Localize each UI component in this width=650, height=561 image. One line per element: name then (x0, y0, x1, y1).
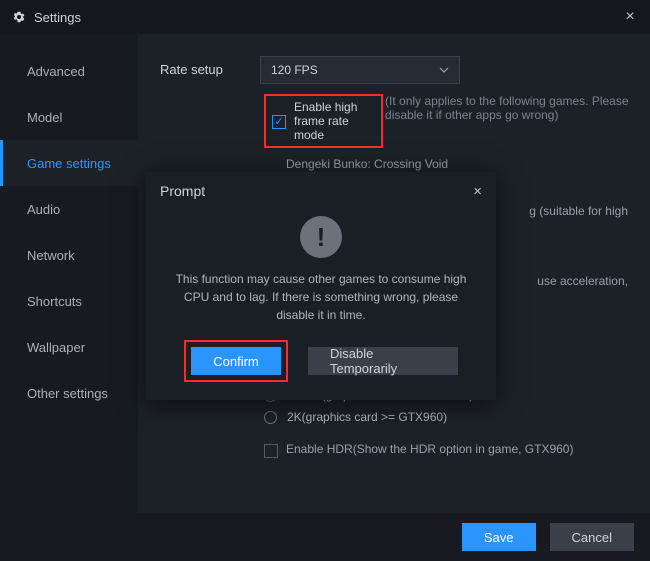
window-close-icon[interactable]: × (622, 9, 638, 25)
sidebar-item-other-settings[interactable]: Other settings (0, 370, 138, 416)
hfr-game-item: Dengeki Bunko: Crossing Void (286, 154, 630, 174)
enable-hfr-label: Enable high frame rate mode (294, 100, 375, 142)
sidebar-item-label: Audio (27, 202, 60, 217)
sidebar-item-shortcuts[interactable]: Shortcuts (0, 278, 138, 324)
sidebar-item-label: Model (27, 110, 62, 125)
disable-temp-button-label: Disable Temporarily (330, 346, 436, 376)
modal-title: Prompt (160, 183, 205, 199)
enable-hdr-label: Enable HDR(Show the HDR option in game, … (286, 442, 573, 456)
window-title: Settings (34, 10, 81, 25)
sidebar-item-label: Game settings (27, 156, 111, 171)
exclamation-char: ! (317, 222, 326, 253)
cancel-button[interactable]: Cancel (550, 523, 634, 551)
cancel-button-label: Cancel (572, 530, 612, 545)
exclamation-icon: ! (300, 216, 342, 258)
modal-close-icon[interactable]: × (473, 183, 482, 200)
sidebar-item-advanced[interactable]: Advanced (0, 48, 138, 94)
fps-selected-value: 120 FPS (271, 63, 318, 77)
confirm-button-label: Confirm (213, 354, 259, 369)
enable-hdr-checkbox[interactable] (264, 444, 278, 458)
sidebar-item-label: Shortcuts (27, 294, 82, 309)
sidebar-item-model[interactable]: Model (0, 94, 138, 140)
highlight-confirm: Confirm (184, 340, 288, 382)
sidebar-item-wallpaper[interactable]: Wallpaper (0, 324, 138, 370)
modal-message: This function may cause other games to c… (146, 270, 496, 324)
save-button[interactable]: Save (462, 523, 536, 551)
confirm-button[interactable]: Confirm (191, 347, 281, 375)
sidebar-item-label: Other settings (27, 386, 108, 401)
enable-hfr-note: (It only applies to the following games.… (385, 94, 630, 122)
sidebar-item-game-settings[interactable]: Game settings (0, 140, 138, 186)
chevron-down-icon (439, 65, 449, 75)
footer: Save Cancel (0, 513, 650, 561)
resolution-2k-label: 2K(graphics card >= GTX960) (287, 410, 447, 424)
sidebar-item-network[interactable]: Network (0, 232, 138, 278)
disable-temporarily-button[interactable]: Disable Temporarily (308, 347, 458, 375)
sidebar-item-label: Advanced (27, 64, 85, 79)
sidebar-item-audio[interactable]: Audio (0, 186, 138, 232)
save-button-label: Save (484, 530, 514, 545)
fps-select[interactable]: 120 FPS (260, 56, 460, 84)
sidebar-item-label: Wallpaper (27, 340, 85, 355)
partial-text: g (suitable for high (529, 204, 628, 218)
sidebar-item-label: Network (27, 248, 75, 263)
prompt-modal: Prompt × ! This function may cause other… (146, 172, 496, 400)
sidebar: Advanced Model Game settings Audio Netwo… (0, 34, 138, 513)
rate-setup-label: Rate setup (160, 56, 260, 77)
partial-text: use acceleration, (537, 274, 628, 288)
enable-hfr-checkbox[interactable] (272, 115, 286, 129)
titlebar: Settings × (0, 0, 650, 34)
gear-icon (12, 10, 26, 24)
resolution-2k-radio[interactable] (264, 411, 277, 424)
highlight-enable-hfr: Enable high frame rate mode (264, 94, 383, 148)
